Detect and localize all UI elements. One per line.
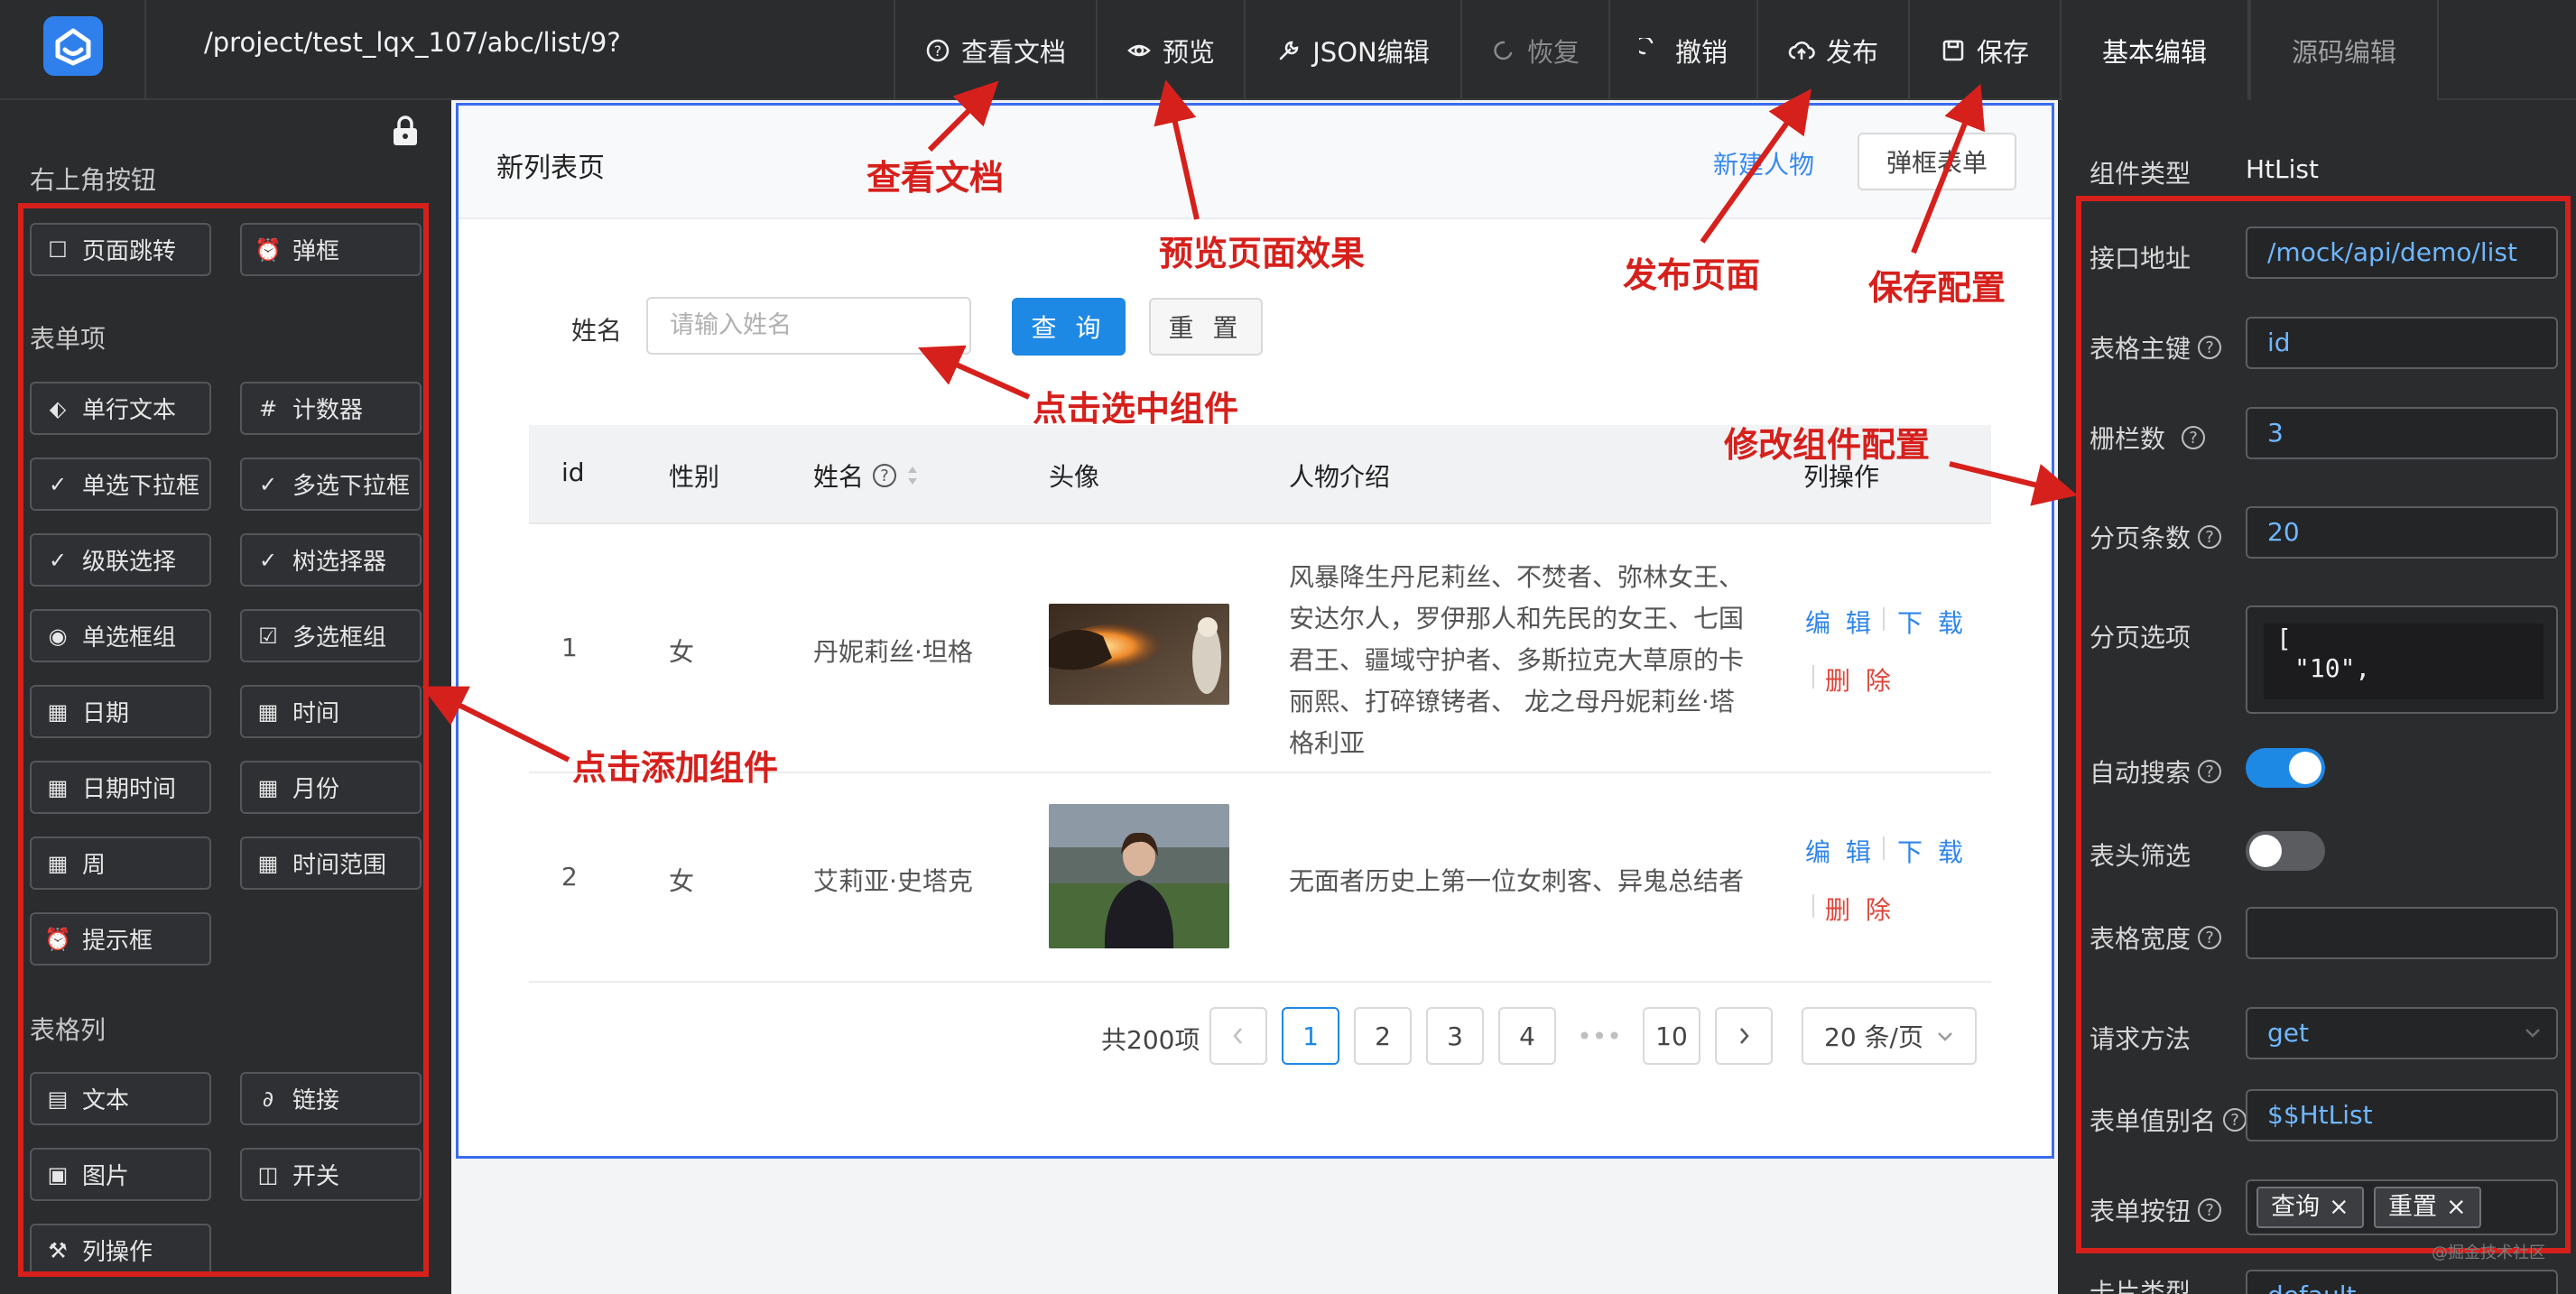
annotation-modify: 修改组件配置 <box>1724 425 1931 465</box>
app-root: /project/test_lqx_107/abc/list/9? ? 查看文档… <box>0 0 2576 1294</box>
annotation-add: 点击添加组件 <box>572 748 779 788</box>
annotation-arrows <box>422 79 2078 763</box>
annotation-save: 保存配置 <box>1868 268 2006 308</box>
watermark: @掘金技术社区 <box>2432 1243 2545 1262</box>
annotation-publish: 发布页面 <box>1623 255 1761 295</box>
annotation-preview: 预览页面效果 <box>1159 234 1366 273</box>
annotation-docs: 查看文档 <box>866 158 1005 198</box>
annotation-select: 点击选中组件 <box>1033 389 1239 429</box>
